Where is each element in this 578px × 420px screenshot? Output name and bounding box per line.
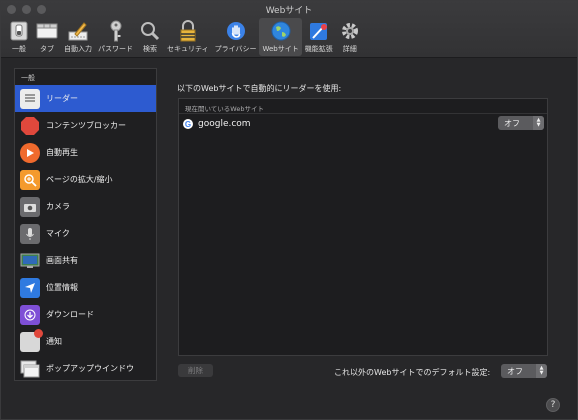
globe-icon bbox=[270, 20, 292, 42]
tab-tabs[interactable]: タブ bbox=[33, 18, 61, 56]
stepper-arrows-icon: ▲ ▼ bbox=[533, 116, 544, 130]
google-favicon-icon: G bbox=[183, 119, 193, 129]
stop-icon bbox=[20, 116, 40, 136]
microphone-icon bbox=[20, 223, 40, 244]
tab-security[interactable]: セキュリティ bbox=[164, 18, 212, 56]
stepper-arrows-icon: ▲ ▼ bbox=[536, 364, 547, 378]
magnifier-icon bbox=[139, 20, 161, 42]
site-setting-select[interactable]: オフ ▲ ▼ bbox=[498, 116, 544, 130]
delete-button[interactable]: 削除 bbox=[178, 364, 213, 377]
reader-description: 以下のWebサイトで自動的にリーダーを使用: bbox=[177, 84, 342, 93]
sidebar-item-popup-windows[interactable]: ポップアップウインドウ bbox=[15, 355, 156, 380]
sidebar-item-page-zoom[interactable]: ページの拡大/縮小 bbox=[15, 166, 156, 193]
popup-icon bbox=[20, 359, 40, 379]
play-icon bbox=[20, 142, 40, 163]
sidebar-item-autoplay[interactable]: 自動再生 bbox=[15, 139, 156, 166]
preferences-window: Webサイト 一般 タブ 自動入力 パスワード 検索 セキュリティ プライバシー… bbox=[0, 0, 578, 420]
sidebar-section-header: 一般 bbox=[21, 74, 35, 82]
sidebar-item-downloads[interactable]: ダウンロード bbox=[15, 301, 156, 328]
default-setting-select[interactable]: オフ ▲ ▼ bbox=[501, 364, 547, 378]
tab-passwords[interactable]: パスワード bbox=[95, 18, 136, 56]
sidebar-item-location[interactable]: 位置情報 bbox=[15, 274, 156, 301]
sidebar-item-camera[interactable]: カメラ bbox=[15, 193, 156, 220]
camera-icon bbox=[20, 196, 40, 217]
tab-privacy[interactable]: プライバシー bbox=[212, 18, 260, 56]
tab-autofill[interactable]: 自動入力 bbox=[61, 18, 95, 56]
sidebar-item-notifications[interactable]: 通知 bbox=[15, 328, 156, 355]
window-title: Webサイト bbox=[265, 6, 313, 16]
default-setting-label: これ以外のWebサイトでのデフォルト設定: bbox=[334, 368, 491, 377]
gear-icon bbox=[339, 20, 361, 42]
download-icon bbox=[20, 304, 40, 325]
pencil-form-icon bbox=[67, 20, 89, 42]
tab-advanced[interactable]: 詳細 bbox=[336, 18, 364, 56]
sidebar-item-reader[interactable]: リーダー bbox=[15, 85, 156, 112]
location-icon bbox=[20, 277, 40, 298]
sidebar-item-microphone[interactable]: マイク bbox=[15, 220, 156, 247]
hand-icon bbox=[225, 20, 247, 42]
zoom-icon bbox=[20, 169, 40, 190]
tab-search[interactable]: 検索 bbox=[136, 18, 164, 56]
sidebar-item-content-blockers[interactable]: コンテンツブロッカー bbox=[15, 112, 156, 139]
sidebar-item-screen-sharing[interactable]: 画面共有 bbox=[15, 247, 156, 274]
key-icon bbox=[105, 20, 127, 42]
tab-websites[interactable]: Webサイト bbox=[259, 18, 302, 56]
help-button[interactable]: ? bbox=[546, 398, 560, 412]
lock-icon bbox=[177, 20, 199, 42]
title-bar: Webサイト 一般 タブ 自動入力 パスワード 検索 セキュリティ プライバシー… bbox=[1, 1, 577, 58]
websites-table: 現在開いているWebサイト G google.com オフ ▲ ▼ bbox=[178, 98, 548, 356]
table-header: 現在開いているWebサイト bbox=[179, 99, 547, 114]
table-row[interactable]: G google.com オフ ▲ ▼ bbox=[179, 114, 547, 134]
tab-general[interactable]: 一般 bbox=[5, 18, 33, 56]
notification-icon bbox=[20, 328, 43, 352]
reader-icon bbox=[20, 88, 40, 109]
screen-share-icon bbox=[20, 251, 40, 271]
puzzle-icon bbox=[308, 20, 330, 42]
preferences-toolbar: 一般 タブ 自動入力 パスワード 検索 セキュリティ プライバシー Webサイト… bbox=[5, 16, 364, 56]
switch-icon bbox=[8, 20, 30, 42]
tabs-icon bbox=[36, 20, 58, 42]
website-settings-sidebar: 一般 リーダー コンテンツブロッカー 自動再生 ページの拡大/縮小 カメラ マイ… bbox=[14, 68, 157, 381]
site-name: google.com bbox=[198, 119, 251, 129]
tab-extensions[interactable]: 機能拡張 bbox=[302, 18, 336, 56]
